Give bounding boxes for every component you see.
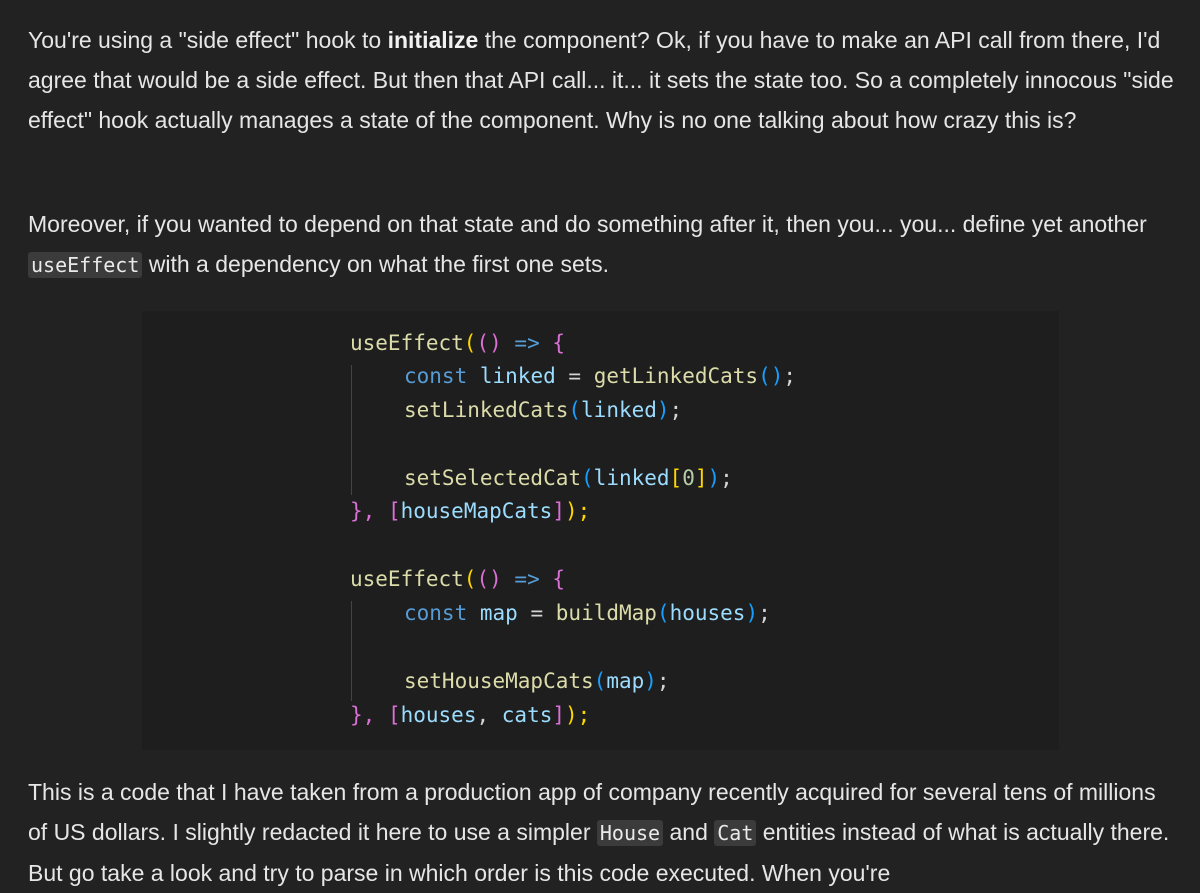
code-token: ) xyxy=(489,567,502,591)
code-token: const xyxy=(404,601,468,625)
code-token: ( xyxy=(581,466,594,490)
code-token: ); xyxy=(564,499,591,523)
code-line: const map = buildMap(houses); xyxy=(404,596,771,630)
paragraph-side-effect: You're using a "side effect" hook to ini… xyxy=(28,20,1178,140)
code-line: }, [houseMapCats]); xyxy=(350,494,590,528)
code-token: map xyxy=(606,669,645,693)
inline-code-useeffect: useEffect xyxy=(28,252,143,278)
code-token: ( xyxy=(476,331,490,355)
code-token: { xyxy=(552,331,566,355)
code-token: ) xyxy=(489,331,502,355)
code-token: ) xyxy=(745,601,759,625)
code-token: ( xyxy=(476,567,490,591)
code-token: setHouseMapCats xyxy=(404,669,594,693)
code-token: ; xyxy=(758,601,771,625)
code-token: = xyxy=(530,601,544,625)
code-line: }, [houses, cats]); xyxy=(350,698,590,732)
code-token: linked xyxy=(479,364,556,388)
code-token: ; xyxy=(669,398,683,422)
code-token: ( xyxy=(656,601,670,625)
code-token: map xyxy=(479,601,518,625)
paragraph-text: Moreover, if you wanted to depend on tha… xyxy=(28,211,1147,237)
code-line: const linked = getLinkedCats(); xyxy=(404,359,796,393)
code-line: setSelectedCat(linked[0]); xyxy=(404,461,733,495)
code-token: ) xyxy=(644,669,657,693)
code-token: [ xyxy=(387,499,401,523)
code-token: houses xyxy=(669,601,746,625)
code-token: houses xyxy=(400,703,477,727)
paragraph-production-app: This is a code that I have taken from a … xyxy=(28,772,1178,893)
code-token: setSelectedCat xyxy=(404,466,582,490)
code-token: { xyxy=(552,567,566,591)
paragraph-text: and xyxy=(663,819,715,845)
code-token: setLinkedCats xyxy=(404,398,569,422)
code-token: houseMapCats xyxy=(400,499,553,523)
code-token: ; xyxy=(783,364,797,388)
paragraph-text: with a dependency on what the first one … xyxy=(142,251,610,277)
code-token: ) xyxy=(707,466,721,490)
code-token: ) xyxy=(656,398,670,422)
code-line: useEffect(() => { xyxy=(350,562,565,596)
indent-guide xyxy=(351,365,352,495)
code-token: useEffect xyxy=(350,567,464,591)
code-line: useEffect(() => { xyxy=(350,326,565,360)
code-token: ; xyxy=(720,466,733,490)
code-token: useEffect xyxy=(350,331,464,355)
code-line: setHouseMapCats(map); xyxy=(404,664,670,698)
code-token: linked xyxy=(581,398,657,422)
code-token: getLinkedCats xyxy=(593,364,759,388)
code-token: buildMap xyxy=(555,601,657,625)
indent-guide xyxy=(351,601,352,701)
code-token: => xyxy=(514,331,540,355)
code-token: ) xyxy=(770,364,784,388)
code-token: ( xyxy=(568,398,582,422)
paragraph-moreover: Moreover, if you wanted to depend on tha… xyxy=(28,204,1178,285)
code-token: ] xyxy=(694,466,708,490)
code-token: 0 xyxy=(682,466,695,490)
code-token: ] xyxy=(552,703,566,727)
code-token: ; xyxy=(656,669,670,693)
inline-code-cat: Cat xyxy=(714,820,757,846)
code-token: }, xyxy=(350,499,376,523)
code-token: [ xyxy=(387,703,401,727)
code-token: cats xyxy=(501,703,553,727)
inline-code-house: House xyxy=(596,820,664,846)
code-token: = xyxy=(568,364,582,388)
code-line: setLinkedCats(linked); xyxy=(404,393,682,427)
code-token: ( xyxy=(463,567,477,591)
article-body: You're using a "side effect" hook to ini… xyxy=(0,0,1200,890)
code-token: ( xyxy=(463,331,477,355)
code-token: [ xyxy=(669,466,683,490)
code-block: useEffect(() => { const linked = getLink… xyxy=(142,311,1059,750)
code-token: => xyxy=(514,567,540,591)
code-token: , xyxy=(476,703,490,727)
code-token: }, xyxy=(350,703,376,727)
code-token: const xyxy=(404,364,468,388)
code-token: ); xyxy=(565,703,591,727)
code-token: ( xyxy=(758,364,771,388)
code-token: ( xyxy=(593,669,607,693)
code-token: linked xyxy=(593,466,670,490)
bold-text-initialize: initialize xyxy=(387,27,479,53)
code-token: ] xyxy=(552,499,565,523)
paragraph-text: You're using a "side effect" hook to xyxy=(28,27,388,53)
